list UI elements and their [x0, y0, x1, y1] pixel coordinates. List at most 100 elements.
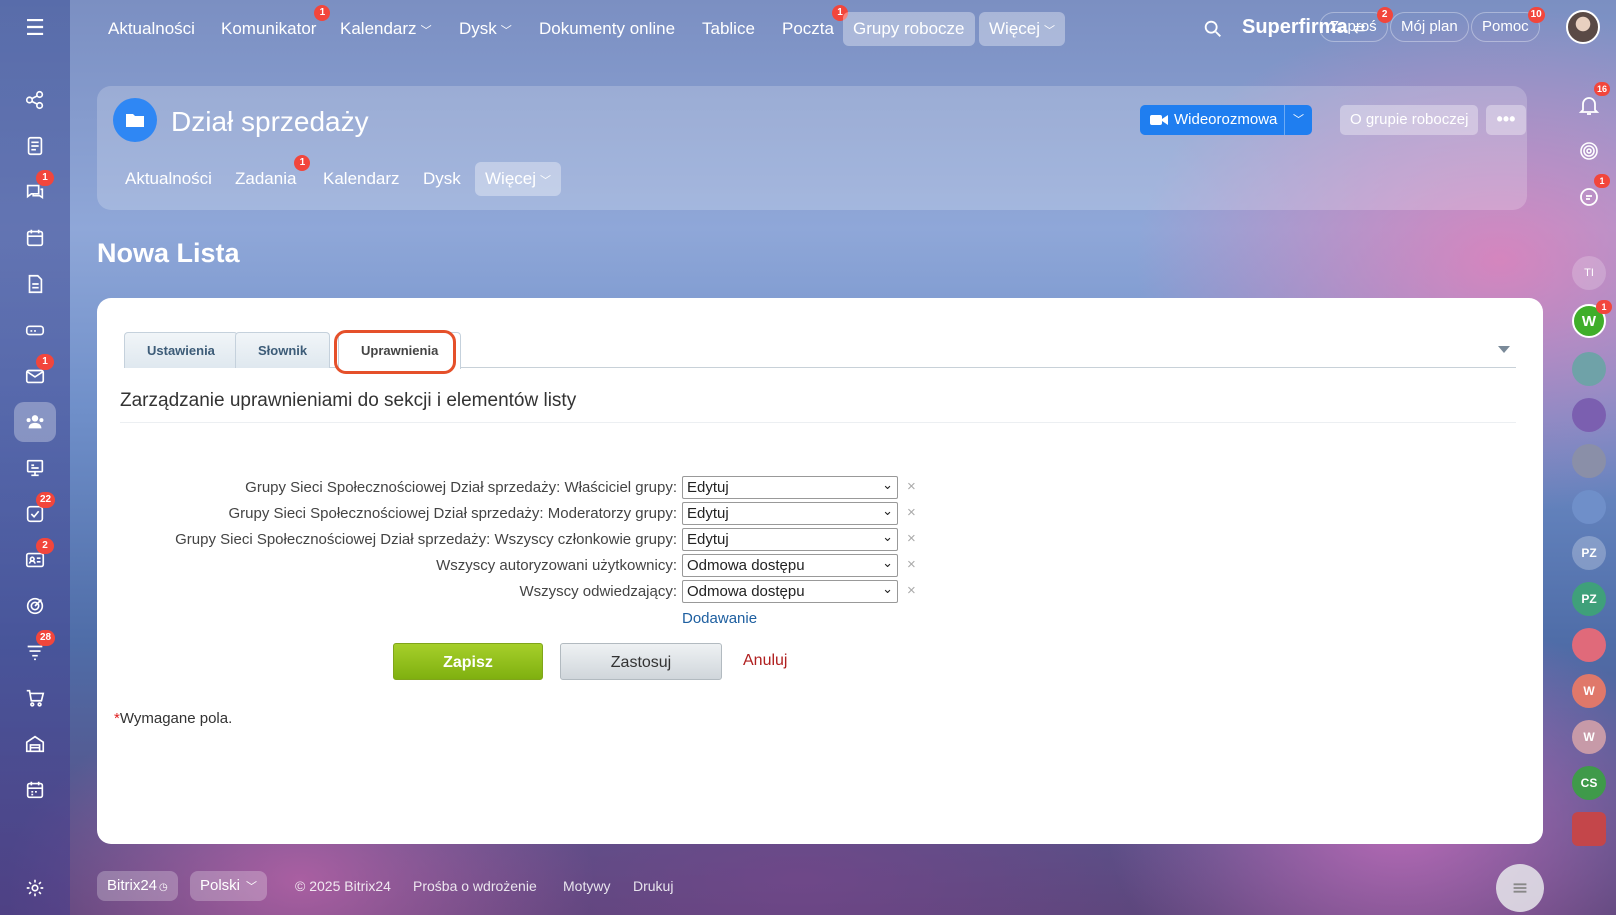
sidebar-item-settings[interactable]: [14, 868, 56, 908]
copilot-button[interactable]: [1572, 134, 1606, 168]
nav-item-calendar[interactable]: Kalendarz ﹀: [330, 12, 442, 46]
apply-button[interactable]: Zastosuj: [560, 643, 722, 680]
nav-item-drive[interactable]: Dysk ﹀: [449, 12, 522, 46]
contact-avatar-cs[interactable]: CS: [1572, 766, 1606, 800]
contact-avatar-group[interactable]: [1572, 490, 1606, 524]
sales-badge: 28: [36, 630, 56, 646]
permission-select[interactable]: Edytuj ⌄: [682, 528, 898, 551]
cancel-link[interactable]: Anuluj: [743, 652, 787, 670]
sidebar-item-feed[interactable]: [14, 80, 56, 120]
remove-icon[interactable]: ×: [907, 504, 916, 521]
contact-avatar-w-3[interactable]: W: [1572, 720, 1606, 754]
sidebar-item-crm[interactable]: 2: [14, 538, 56, 580]
tab-label: Dysk: [423, 169, 461, 188]
bitrix-logo[interactable]: Bitrix24 ◷: [97, 871, 178, 901]
nav-label: Aktualności: [108, 19, 195, 38]
about-group-button[interactable]: O grupie roboczej: [1340, 105, 1479, 135]
group-tab-tasks[interactable]: Zadania 1: [225, 155, 311, 196]
print-link[interactable]: Drukuj: [633, 878, 673, 894]
contact-avatar-target[interactable]: [1572, 398, 1606, 432]
permission-select[interactable]: Odmowa dostępu ⌄: [682, 554, 898, 577]
sidebar-item-groups[interactable]: [14, 402, 56, 442]
my-plan-button[interactable]: Mój plan: [1390, 12, 1469, 42]
more-options-button[interactable]: •••: [1486, 105, 1526, 135]
themes-link[interactable]: Motywy: [563, 878, 610, 894]
nav-item-boards[interactable]: Tablice: [692, 12, 765, 46]
remove-icon[interactable]: ×: [907, 582, 916, 599]
nav-label: Dysk: [459, 19, 497, 38]
nav-item-mail[interactable]: Poczta 1: [772, 5, 848, 46]
sidebar-item-chat[interactable]: 1: [14, 170, 56, 212]
contact-avatar-photo[interactable]: [1572, 444, 1606, 478]
sidebar-item-booking[interactable]: [14, 770, 56, 810]
chat-widget-button[interactable]: [1496, 864, 1544, 912]
video-call-button[interactable]: Wideorozmowa ﹀: [1140, 105, 1312, 135]
sidebar-item-drive[interactable]: [14, 310, 56, 350]
open-chat-button[interactable]: 1: [1572, 174, 1610, 214]
tasks-badge: 22: [36, 492, 56, 508]
remove-icon[interactable]: ×: [907, 556, 916, 573]
request-implementation-link[interactable]: Prośba o wdrożenie: [413, 878, 537, 894]
permission-label: Wszyscy autoryzowani użytkownicy:: [436, 557, 677, 574]
chevron-down-icon[interactable]: ﹀: [1284, 105, 1312, 135]
user-avatar[interactable]: [1566, 10, 1600, 44]
nav-item-more[interactable]: Więcej ﹀: [979, 12, 1066, 46]
select-value: Odmowa dostępu: [687, 557, 805, 574]
contact-avatar-task[interactable]: [1572, 812, 1606, 846]
remove-icon[interactable]: ×: [907, 530, 916, 547]
calendar-icon: [26, 229, 44, 247]
group-tab-calendar[interactable]: Kalendarz: [313, 162, 410, 196]
invite-button[interactable]: Zaproś 2: [1319, 7, 1393, 42]
sidebar-item-mail[interactable]: 1: [14, 354, 56, 396]
sidebar-item-warehouse[interactable]: [14, 724, 56, 764]
form-tabs: Ustawienia Słownik Uprawnienia: [124, 332, 1516, 369]
nav-item-workgroups[interactable]: Grupy robocze: [843, 12, 975, 46]
crm-badge: 2: [36, 538, 54, 554]
permission-select[interactable]: Edytuj ⌄: [682, 502, 898, 525]
add-permission-link[interactable]: Dodawanie: [682, 610, 757, 627]
language-select[interactable]: Polski ﹀: [190, 871, 268, 901]
contact-avatar-video[interactable]: [1572, 628, 1606, 662]
sidebar-item-files[interactable]: [14, 264, 56, 304]
sidebar-item-goals[interactable]: [14, 586, 56, 626]
save-button[interactable]: Zapisz: [393, 643, 543, 680]
contact-avatar-chat[interactable]: [1572, 352, 1606, 386]
sidebar-item-board[interactable]: [14, 448, 56, 488]
contact-avatar-pz[interactable]: PZ: [1572, 536, 1606, 570]
tab-label: Aktualności: [125, 169, 212, 188]
group-tab-news[interactable]: Aktualności: [115, 162, 222, 196]
nav-item-messenger[interactable]: Komunikator 1: [211, 5, 331, 46]
permission-select[interactable]: Odmowa dostępu ⌄: [682, 580, 898, 603]
menu-icon[interactable]: ☰: [24, 17, 46, 39]
sidebar-item-shop[interactable]: [14, 678, 56, 718]
permission-label: Grupy Sieci Społecznościowej Dział sprze…: [175, 531, 677, 548]
search-icon[interactable]: [1202, 18, 1224, 40]
chevron-down-icon: ﹀: [1044, 25, 1056, 37]
help-button[interactable]: Pomoc 10: [1471, 7, 1545, 42]
schedule-icon: [26, 781, 44, 799]
nav-item-news[interactable]: Aktualności: [98, 12, 205, 46]
permission-select[interactable]: Edytuj ⌄: [682, 476, 898, 499]
chevron-down-icon: ﹀: [246, 881, 258, 893]
sidebar-item-docs[interactable]: [14, 126, 56, 166]
contact-avatar-pz-2[interactable]: PZ: [1572, 582, 1606, 616]
collapse-arrow-icon[interactable]: [1498, 346, 1510, 353]
connections-icon: [25, 90, 44, 110]
avatar-initials: W: [1583, 684, 1595, 698]
tab-dictionary[interactable]: Słownik: [235, 332, 331, 368]
contact-avatar-w-2[interactable]: W: [1572, 674, 1606, 708]
sidebar-item-tasks[interactable]: 22: [14, 492, 56, 534]
remove-icon[interactable]: ×: [907, 478, 916, 495]
sidebar-item-sales[interactable]: 28: [14, 630, 56, 672]
contact-avatar-w[interactable]: W1: [1572, 300, 1612, 338]
nav-item-documents[interactable]: Dokumenty online: [529, 12, 685, 46]
nav-label: Komunikator: [221, 19, 317, 38]
chat-bubble-icon: [1580, 188, 1598, 206]
notifications-button[interactable]: 16: [1572, 82, 1611, 122]
tab-settings[interactable]: Ustawienia: [124, 332, 238, 368]
contact-avatar-ti[interactable]: TI: [1572, 256, 1606, 290]
gear-icon: [26, 879, 44, 897]
group-tab-more[interactable]: Więcej ﹀: [475, 162, 562, 196]
sidebar-item-calendar[interactable]: [14, 218, 56, 258]
group-tab-drive[interactable]: Dysk: [413, 162, 471, 196]
